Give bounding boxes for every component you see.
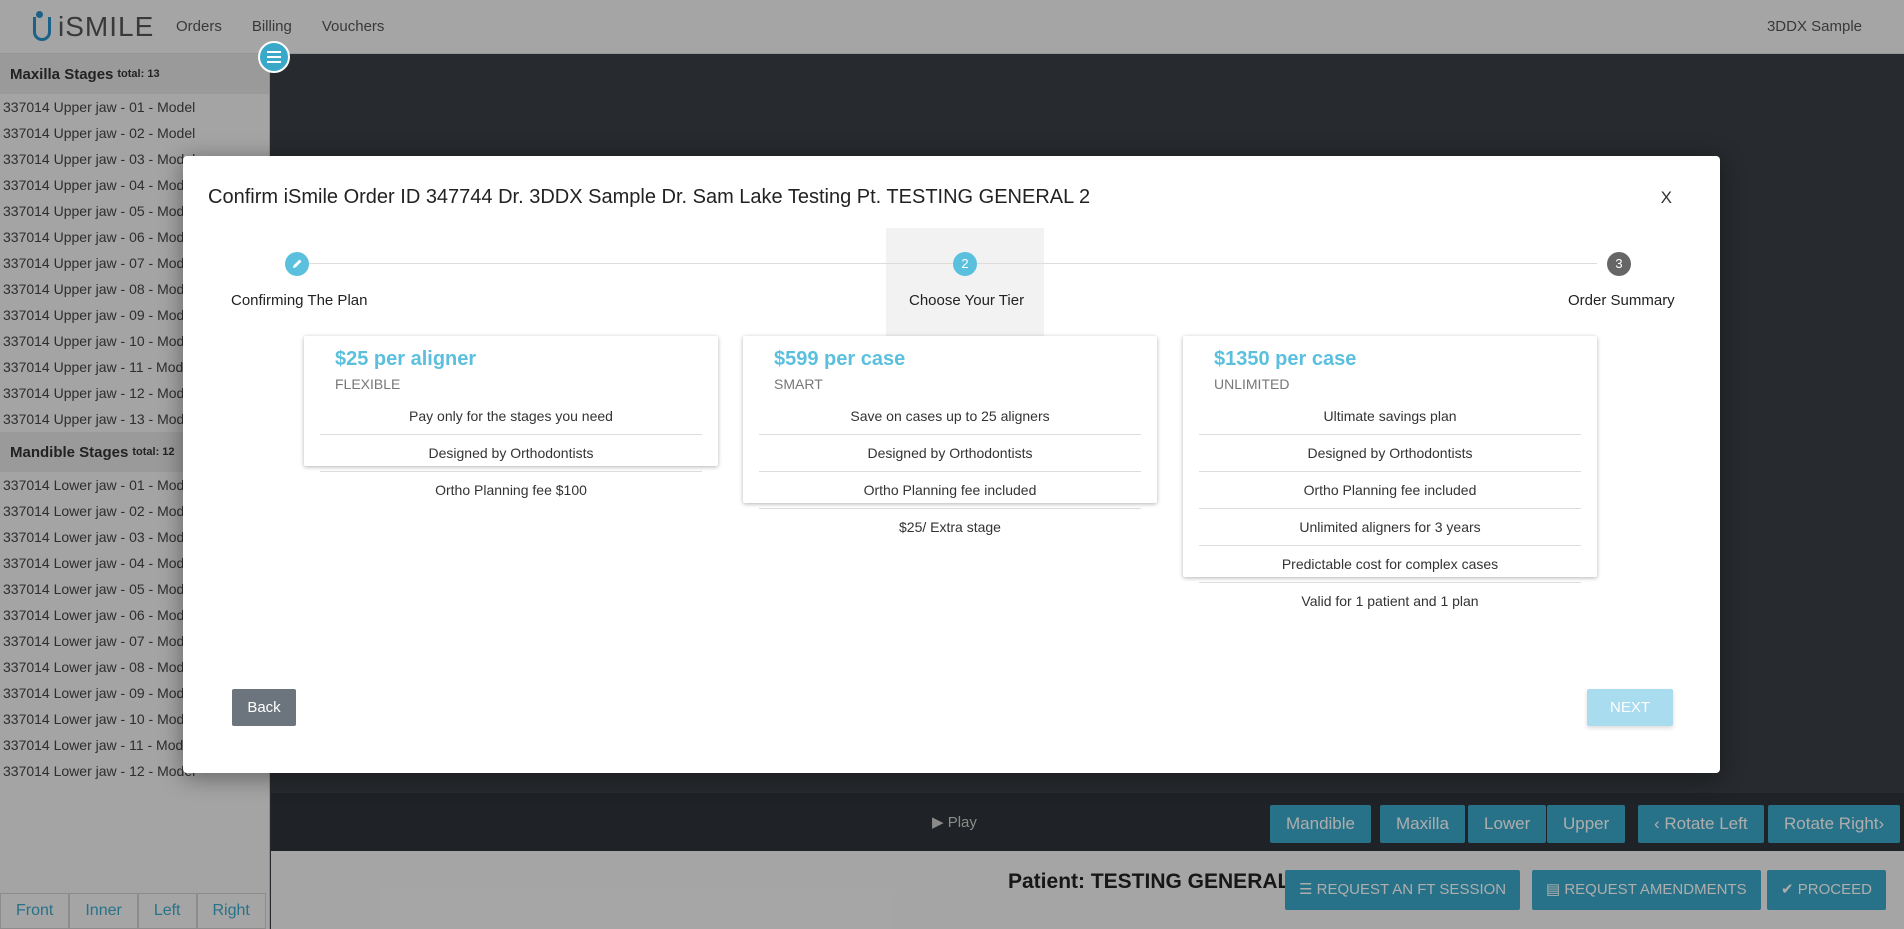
confirm-order-modal: Confirm iSmile Order ID 347744 Dr. 3DDX …	[183, 156, 1720, 773]
tier-feature-list: Pay only for the stages you need Designe…	[320, 398, 702, 509]
step-2-label[interactable]: Choose Your Tier	[909, 292, 1024, 309]
tier-card-smart[interactable]: $599 per case SMART Save on cases up to …	[743, 336, 1157, 535]
tier-name: FLEXIBLE	[335, 376, 401, 392]
step-3-label[interactable]: Order Summary	[1568, 292, 1675, 309]
close-button[interactable]: X	[1661, 188, 1672, 208]
tier-feature: Ortho Planning fee $100	[435, 482, 587, 498]
tier-feature: Designed by Orthodontists	[759, 435, 1141, 472]
tier-feature: Valid for 1 patient and 1 plan	[1301, 593, 1479, 609]
tier-name: UNLIMITED	[1214, 376, 1290, 392]
tier-card-flexible[interactable]: $25 per aligner FLEXIBLE Pay only for th…	[304, 336, 718, 498]
modal-title: Confirm iSmile Order ID 347744 Dr. 3DDX …	[208, 186, 1091, 208]
tier-name: SMART	[774, 376, 823, 392]
tier-feature-list: Ultimate savings plan Designed by Orthod…	[1199, 398, 1581, 620]
tier-feature: Pay only for the stages you need	[320, 398, 702, 435]
tier-feature: Unlimited aligners for 3 years	[1199, 509, 1581, 546]
step-1-pencil-icon[interactable]	[285, 252, 309, 276]
tier-feature: Designed by Orthodontists	[320, 435, 702, 472]
tier-price: $1350 per case	[1214, 348, 1357, 370]
tier-card-unlimited[interactable]: $1350 per case UNLIMITED Ultimate saving…	[1183, 336, 1597, 609]
tier-price: $599 per case	[774, 348, 906, 370]
tier-feature-list: Save on cases up to 25 aligners Designed…	[759, 398, 1141, 546]
next-button[interactable]: NEXT	[1587, 689, 1673, 726]
step-3-number[interactable]: 3	[1607, 252, 1631, 276]
tier-feature: $25/ Extra stage	[899, 519, 1001, 535]
step-1-label[interactable]: Confirming The Plan	[231, 292, 367, 309]
tier-feature: Designed by Orthodontists	[1199, 435, 1581, 472]
tier-feature: Ortho Planning fee included	[1199, 472, 1581, 509]
tier-price: $25 per aligner	[335, 348, 477, 370]
tier-feature: Ortho Planning fee included	[759, 472, 1141, 509]
menu-toggle-icon[interactable]	[258, 41, 290, 73]
tier-feature: Predictable cost for complex cases	[1199, 546, 1581, 583]
back-button[interactable]: Back	[232, 689, 296, 726]
step-2-number[interactable]: 2	[953, 252, 977, 276]
tier-feature: Ultimate savings plan	[1199, 398, 1581, 435]
tier-feature: Save on cases up to 25 aligners	[759, 398, 1141, 435]
stepper-line	[297, 263, 1597, 264]
active-step-highlight	[886, 228, 1044, 336]
